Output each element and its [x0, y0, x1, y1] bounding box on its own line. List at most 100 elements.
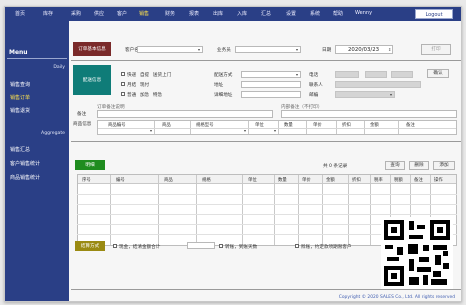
chevron-down-icon: ▾: [198, 47, 201, 52]
customer-select[interactable]: [137, 46, 203, 53]
cash-amount-input[interactable]: [187, 242, 215, 249]
sidebar-divider: [7, 58, 67, 59]
delivery-option-row: 快递 自提 送货上门: [127, 73, 172, 78]
table-row[interactable]: [77, 204, 457, 205]
sidebar-title: Menu: [9, 49, 28, 56]
delivery-type-select[interactable]: [241, 71, 301, 78]
phone-input-3[interactable]: [391, 71, 413, 78]
address-detail-input[interactable]: [241, 91, 301, 98]
record-count: 共 0 条记录: [323, 164, 348, 169]
remark-label: 备注: [77, 112, 87, 117]
delete-button[interactable]: 删除: [409, 161, 429, 170]
contact-input[interactable]: [335, 81, 421, 88]
chevron-down-icon[interactable]: ▾: [150, 128, 152, 133]
chevron-down-icon: ▾: [296, 47, 299, 52]
nav-item[interactable]: 客户: [117, 10, 127, 17]
payment-option-cash: 现金，结清金额合计: [119, 245, 161, 250]
priority-option-row: 普通 加急 特急: [127, 93, 163, 98]
search-button[interactable]: 查询: [385, 161, 405, 170]
remark-input[interactable]: [97, 110, 273, 118]
section-tag-list: 明细: [75, 160, 105, 170]
sidebar-item-active[interactable]: 销售订单: [10, 94, 30, 101]
sidebar-item[interactable]: 客户销售统计: [10, 160, 40, 167]
column-header: 序号: [82, 178, 91, 183]
add-button[interactable]: 添加: [433, 161, 455, 170]
payment-option-checkbox[interactable]: [219, 244, 223, 248]
sidebar-item[interactable]: 销售查询: [10, 81, 30, 88]
sidebar: Menu Daily 销售查询 销售订单 销售退货 Aggregate 销售汇总…: [5, 21, 69, 301]
top-navigation: 首页 库存 采购 供应 客户 销售 财务 报表 出库 入库 汇总 设置 系统 帮…: [5, 7, 461, 21]
address-detail-label: 详细地址: [214, 93, 233, 98]
date-label: 日期: [322, 48, 332, 53]
option-checkbox[interactable]: [121, 92, 125, 96]
nav-item[interactable]: 库存: [43, 10, 53, 17]
nav-item[interactable]: 供应: [94, 10, 104, 17]
column-header: 编号: [116, 178, 125, 183]
contact-label: 联系人: [309, 83, 323, 88]
section-tag-delivery: 配送信息: [73, 65, 111, 95]
delivery-type-label: 配送方式: [214, 73, 233, 78]
section-tag-payment: 结算方式: [75, 241, 105, 251]
address-label: 地址: [214, 83, 224, 88]
address-input[interactable]: [241, 81, 301, 88]
chevron-down-icon: ▾: [296, 72, 299, 77]
sidebar-item[interactable]: 销售汇总: [10, 146, 30, 153]
nav-item[interactable]: 首页: [15, 10, 25, 17]
goods-row-label: 商品信息: [73, 122, 92, 127]
nav-item[interactable]: 入库: [237, 10, 247, 17]
nav-item[interactable]: 报表: [189, 10, 199, 17]
column-header: 税率: [374, 178, 383, 183]
table-row[interactable]: [77, 214, 457, 215]
column-header: 折扣: [352, 178, 361, 183]
date-input[interactable]: 2020/03/23: [335, 45, 393, 54]
column-header: 金额: [326, 178, 335, 183]
column-header: 备注: [414, 178, 423, 183]
sidebar-item[interactable]: 销售退货: [10, 107, 30, 114]
salesman-select[interactable]: [235, 46, 301, 53]
column-header: 税额: [394, 178, 403, 183]
print-button[interactable]: 打印: [421, 44, 451, 55]
nav-item-user[interactable]: Wenny: [355, 10, 372, 16]
logout-button[interactable]: Logout: [415, 9, 453, 19]
chevron-down-icon[interactable]: ▾: [244, 128, 246, 133]
zip-input[interactable]: [335, 91, 395, 98]
nav-item[interactable]: 汇总: [261, 10, 271, 17]
copyright-footer: Copyright © 2020 SALES Co., Ltd. All rig…: [338, 295, 455, 300]
payment-option-checkbox[interactable]: [295, 244, 299, 248]
column-header: 操作: [434, 178, 443, 183]
nav-item-active[interactable]: 销售: [139, 10, 149, 17]
nav-item[interactable]: 帮助: [333, 10, 343, 17]
option-checkbox[interactable]: [121, 82, 125, 86]
sidebar-item[interactable]: 商品销售统计: [10, 174, 40, 181]
table-row[interactable]: [77, 194, 457, 195]
section-divider: [71, 60, 461, 61]
payment-option-checkbox[interactable]: [113, 244, 117, 248]
nav-item[interactable]: 系统: [310, 10, 320, 17]
zip-label: 邮编: [309, 93, 319, 98]
nav-item[interactable]: 财务: [165, 10, 175, 17]
goods-entry-row: 商品编号 商品 规格型号 单位 数量 单价 折扣 金额 备注 ▾ ▾ ▾: [97, 120, 457, 135]
nav-item[interactable]: 出库: [213, 10, 223, 17]
payment-option-credit: 赊账，约定款项期限客户: [301, 245, 352, 250]
nav-item[interactable]: 采购: [71, 10, 81, 17]
column-header: 数量: [278, 178, 287, 183]
app-window: 首页 库存 采购 供应 客户 销售 财务 报表 出库 入库 汇总 设置 系统 帮…: [4, 6, 462, 302]
section-tag-order: 订单基本信息: [73, 42, 111, 56]
nav-item[interactable]: 设置: [286, 10, 296, 17]
sidebar-group-label: Daily: [53, 65, 65, 70]
column-header: 商品: [164, 178, 173, 183]
payment-option-row: 月结 现付: [127, 83, 150, 88]
calendar-stepper-icon[interactable]: ⇕: [388, 47, 391, 52]
column-header: 规格: [202, 178, 211, 183]
salesman-label: 业务员: [217, 48, 231, 53]
internal-remark-input[interactable]: [281, 110, 457, 118]
column-header: 单价: [302, 178, 311, 183]
phone-input[interactable]: [335, 71, 359, 78]
sidebar-group-label: Aggregate: [41, 131, 65, 136]
confirm-button[interactable]: 确认: [427, 69, 449, 78]
phone-input-2[interactable]: [365, 71, 387, 78]
chevron-down-icon[interactable]: ▾: [274, 128, 276, 133]
option-checkbox[interactable]: [121, 72, 125, 76]
column-header: 单位: [248, 178, 257, 183]
payment-option-transfer: 转账，到账天数: [225, 245, 258, 250]
